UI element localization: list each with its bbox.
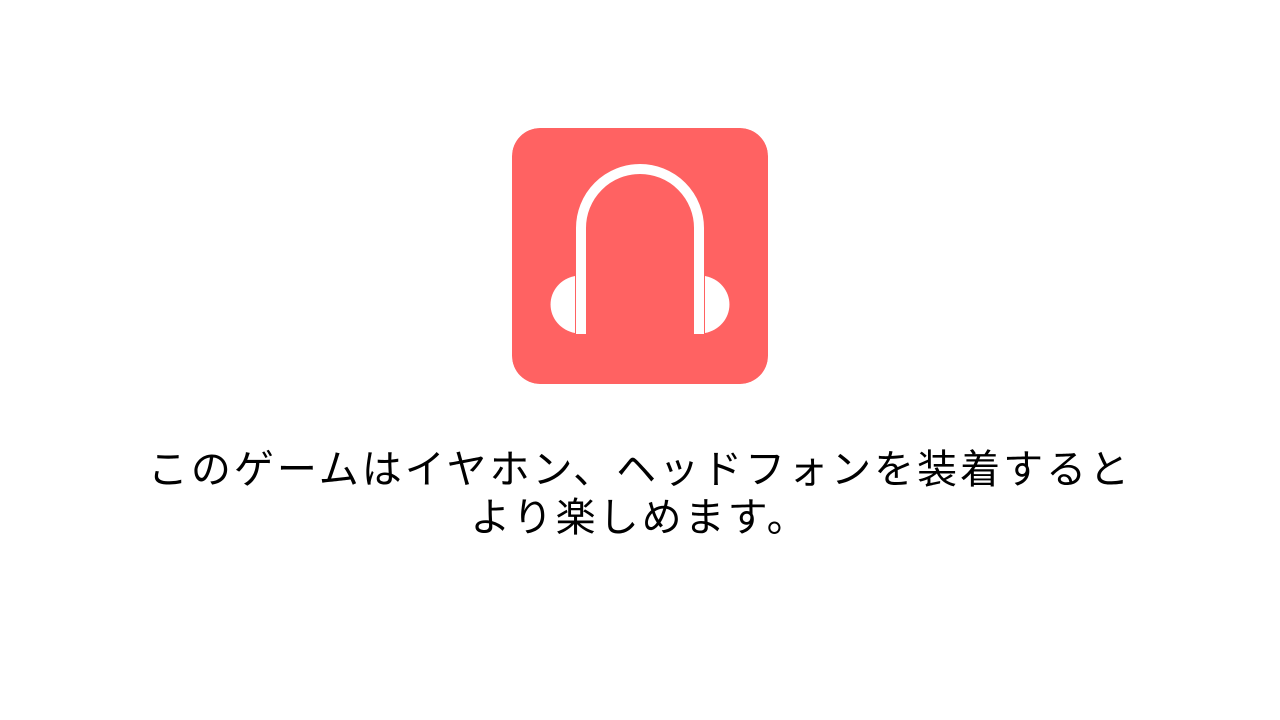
message-line-2: より楽しめます。 — [470, 495, 810, 541]
headphones-icon — [512, 128, 768, 384]
message-line-1: このゲームはイヤホン、ヘッドフォンを装着すると — [147, 447, 1133, 493]
headphone-recommendation-message: このゲームはイヤホン、ヘッドフォンを装着すると より楽しめます。 — [100, 446, 1180, 542]
headphones-icon-tile — [512, 128, 768, 384]
headphone-notice-screen: このゲームはイヤホン、ヘッドフォンを装着すると より楽しめます。 — [0, 0, 1280, 720]
